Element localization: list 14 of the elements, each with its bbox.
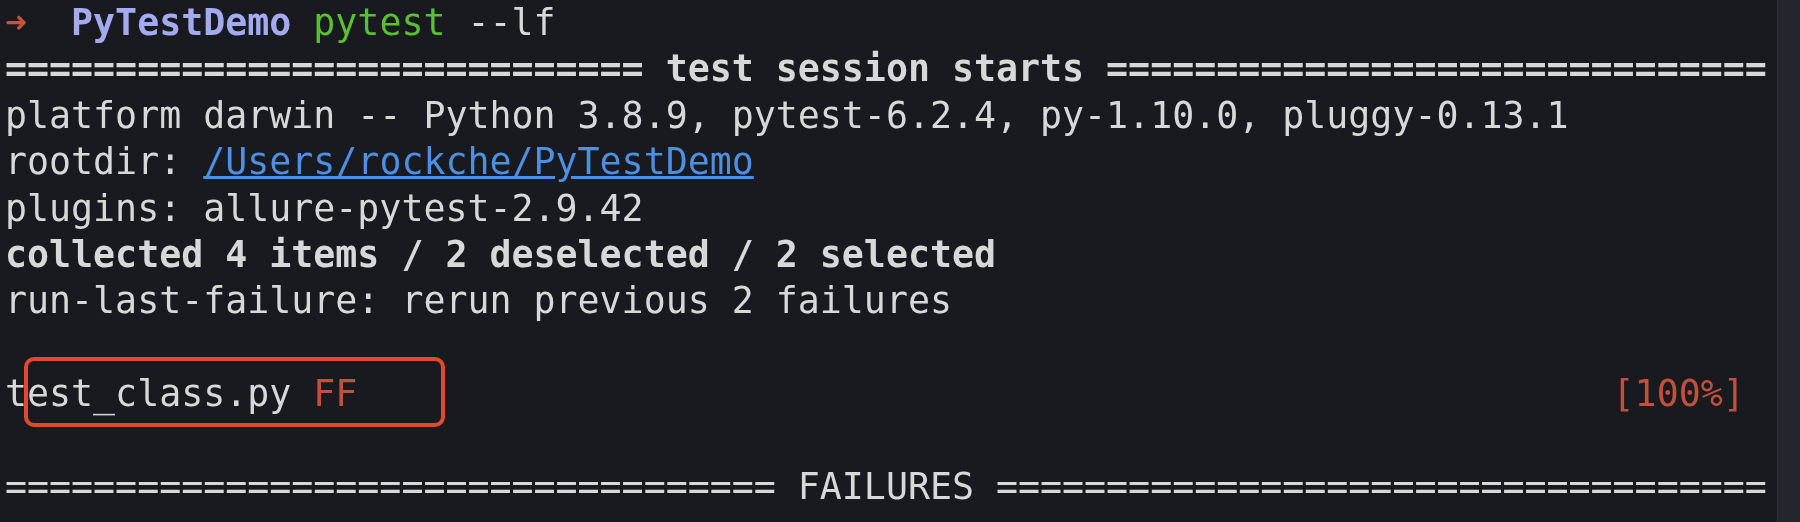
test-result: FF	[313, 371, 358, 418]
output-line: plugins: allure-pytest-2.9.42	[5, 185, 644, 232]
output-line: run-last-failure: rerun previous 2 failures	[5, 278, 952, 325]
output-line: platform darwin -- Python 3.8.9, pytest-6.2.4, py-1.10.0, pluggy-0.13.1	[5, 92, 1569, 139]
path-link[interactable]: /Users/rockche/PyTestDemo	[203, 139, 754, 186]
command-argument: --lf	[467, 0, 556, 46]
output-line: =================================== FAILURES ===================================	[5, 463, 1767, 510]
progress-percent: [100%]	[1612, 371, 1745, 418]
output-line: ============================= test session starts ==============================	[5, 46, 1767, 93]
command-name: pytest	[313, 0, 446, 46]
output-label: rootdir:	[5, 139, 182, 186]
prompt-arrow: ➜	[5, 0, 28, 46]
output-line: collected 4 items / 2 deselected / 2 selected	[5, 231, 996, 278]
prompt-directory: PyTestDemo	[71, 0, 292, 46]
